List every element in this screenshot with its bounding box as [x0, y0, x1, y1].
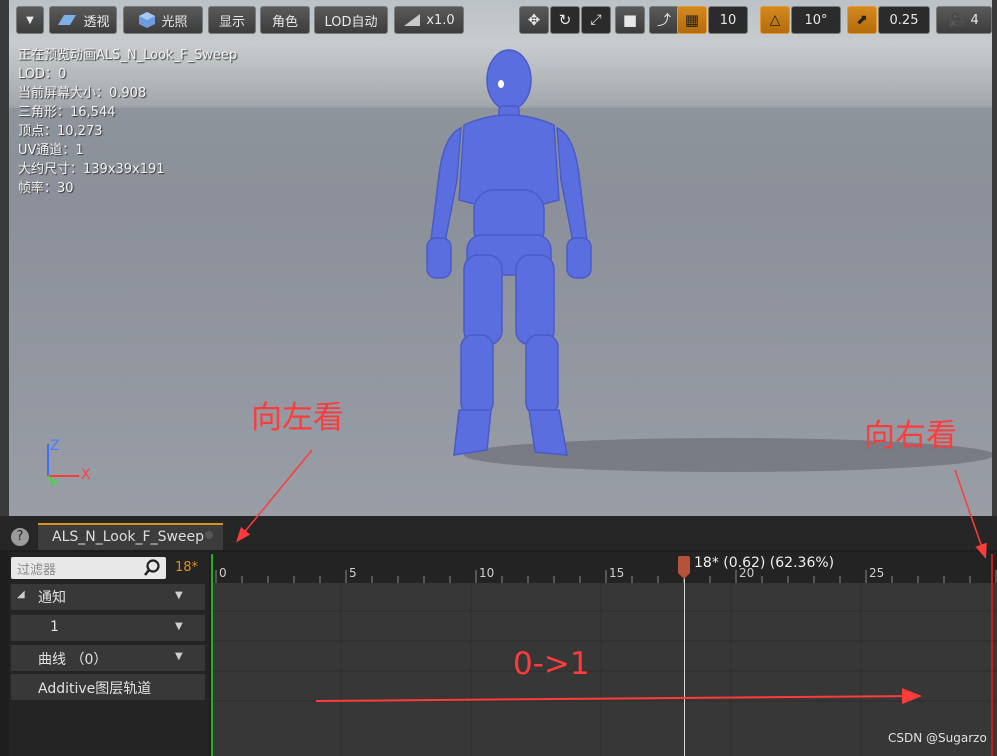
frame-rate-info: 帧率：30 [18, 181, 74, 196]
timeline-grid [211, 583, 997, 756]
lod-button[interactable]: LOD自动 [314, 6, 388, 34]
frame-badge: 18* [175, 560, 199, 575]
surface-snap-icon: ⤴ [657, 13, 671, 29]
chevron-down-icon[interactable]: ▼ [175, 651, 183, 662]
move-arrows-icon: ✥ [527, 11, 541, 29]
tab-close-icon[interactable] [205, 531, 213, 539]
rotation-snap-toggle[interactable]: △ [760, 6, 790, 34]
grid-snap-toggle[interactable]: ▦ [677, 6, 707, 34]
viewport[interactable]: ▼ 透视 光照 显示 角色 LOD自动 x1.0 ✥ ↻ ⤢ ■ ⤴ ▦ 10 … [9, 0, 992, 516]
perspective-icon [58, 15, 77, 25]
rotation-snap-value[interactable]: 10° [791, 6, 841, 34]
filter-placeholder: 过滤器 [17, 563, 57, 578]
track-notify[interactable]: ◢ 通知 ▼ [11, 584, 205, 610]
lod-info: LOD：0 [18, 67, 67, 82]
rotate-mode-button[interactable]: ↻ [550, 6, 580, 34]
perspective-button[interactable]: 透视 [49, 6, 117, 34]
character-button[interactable]: 角色 [260, 6, 310, 34]
scale-mode-button[interactable]: ⤢ [581, 6, 611, 34]
playhead-line [684, 570, 685, 756]
approx-size-info: 大约尺寸：139x39x191 [18, 162, 165, 177]
filter-input[interactable]: 过滤器 [11, 557, 166, 579]
surface-snap-button[interactable]: ⤴ [649, 6, 679, 34]
track-additive-label: Additive图层轨道 [38, 681, 152, 697]
help-icon[interactable]: ? [11, 528, 29, 546]
perspective-label: 透视 [83, 14, 110, 30]
preview-info: 正在预览动画ALS_N_Look_F_Sweep [18, 48, 238, 63]
viewport-frame-right [992, 0, 997, 516]
camera-icon: 🎥 [949, 12, 966, 28]
rotate-icon: ↻ [558, 11, 572, 29]
track-curves-label: 曲线 （0） [38, 652, 108, 668]
track-notify-item-label: 1 [50, 619, 59, 635]
vertices-info: 顶点：10,273 [18, 124, 103, 139]
track-notify-item[interactable]: 1 ▼ [11, 615, 205, 641]
watermark: CSDN @Sugarzo [888, 731, 987, 745]
playhead-handle[interactable] [677, 556, 691, 580]
uv-channels-info: UV通道：1 [18, 143, 84, 158]
grid-icon: ▦ [684, 11, 700, 29]
ruler-tick-label: 0 [219, 566, 227, 580]
look-left-annotation: 向左看 [251, 400, 344, 436]
collapse-triangle-icon: ◢ [17, 589, 25, 600]
chevron-down-icon: ▼ [26, 14, 34, 26]
screen-size-info: 当前屏幕大小：0.908 [18, 86, 147, 101]
scale-snap-label: 0.25 [889, 12, 919, 28]
show-label: 显示 [218, 14, 245, 30]
playhead-label: 18* (0.62) (62.36%) [694, 555, 835, 571]
track-additive[interactable]: Additive图层轨道 [11, 674, 205, 700]
chevron-down-icon[interactable]: ▼ [175, 590, 183, 601]
character-mannequin[interactable] [409, 40, 609, 460]
scale-snap-value[interactable]: 0.25 [878, 6, 930, 34]
look-right-annotation: 向右看 [864, 418, 957, 454]
ruler-tick-label: 5 [349, 566, 357, 580]
grid-snap-value[interactable]: 10 [708, 6, 748, 34]
axis-z-label: Z [50, 438, 60, 454]
scale-snap-toggle[interactable]: ⬈ [847, 6, 877, 34]
track-notify-label: 通知 [38, 590, 66, 606]
axis-x-label: X [81, 467, 91, 483]
scale-icon: ⤢ [590, 12, 602, 28]
lighting-button[interactable]: 光照 [123, 6, 203, 34]
camera-speed-label: 4 [970, 12, 979, 28]
chevron-down-icon[interactable]: ▼ [175, 621, 183, 632]
lighting-label: 光照 [161, 14, 188, 30]
viewport-frame-left [0, 0, 9, 516]
ruler-tick-label: 15 [609, 566, 625, 580]
world-local-button[interactable]: ■ [615, 6, 645, 34]
start-marker [211, 554, 213, 756]
rotation-snap-label: 10° [804, 12, 828, 28]
end-marker [991, 554, 993, 756]
camera-speed-button[interactable]: 🎥 4 [936, 6, 992, 34]
axis-y-label: Y [52, 477, 60, 491]
ruler-tick-label: 25 [869, 566, 885, 580]
lit-cube-icon [139, 12, 156, 28]
show-button[interactable]: 显示 [208, 6, 256, 34]
ruler-tick-label: 10 [479, 566, 495, 580]
triangles-info: 三角形：16,544 [18, 105, 116, 120]
search-icon[interactable] [144, 558, 164, 578]
angle-icon: △ [769, 12, 781, 28]
translate-mode-button[interactable]: ✥ [519, 6, 549, 34]
scale-arrow-icon: ⬈ [856, 12, 868, 28]
speed-label: x1.0 [426, 12, 455, 28]
cube-icon: ■ [622, 11, 638, 29]
speed-icon [404, 14, 421, 26]
character-label: 角色 [271, 14, 298, 30]
animation-tab[interactable]: ALS_N_Look_F_Sweep [38, 523, 223, 550]
viewport-options-button[interactable]: ▼ [16, 6, 44, 34]
animation-tab-label: ALS_N_Look_F_Sweep [52, 529, 205, 545]
range-annotation: 0->1 [513, 646, 590, 682]
grid-snap-label: 10 [719, 12, 737, 28]
track-curves[interactable]: 曲线 （0） ▼ [11, 645, 205, 671]
playback-speed-button[interactable]: x1.0 [394, 6, 464, 34]
lod-label: LOD自动 [324, 14, 378, 30]
